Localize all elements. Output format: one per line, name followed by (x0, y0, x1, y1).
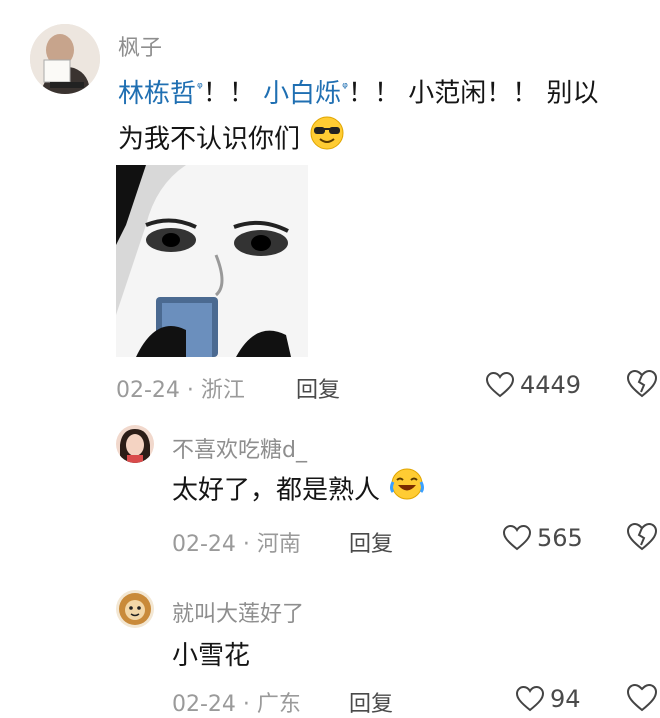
like-button[interactable]: 94 (516, 684, 581, 714)
username[interactable]: 不喜欢吃糖d_ (172, 432, 307, 464)
laugh-cry-emoji-icon (388, 468, 426, 514)
avatar[interactable] (30, 24, 100, 94)
dislike-button[interactable] (626, 369, 658, 402)
reply-button[interactable]: 回复 (349, 526, 393, 558)
timestamp-location: 02-24 · 浙江 (116, 378, 245, 403)
like-button[interactable]: 565 (503, 523, 583, 553)
text-segment: 小范闲！！ 别以 (408, 78, 599, 109)
username[interactable]: 就叫大莲好了 (172, 596, 304, 628)
timestamp-location: 02-24 · 河南 (172, 532, 301, 557)
reply-button[interactable]: 回复 (296, 372, 340, 404)
mention-link[interactable]: 小白烁ᵠ (263, 79, 348, 109)
text-segment: 为我不认识你们 (118, 124, 301, 155)
broken-heart-icon (626, 369, 658, 398)
heart-icon (516, 686, 544, 712)
comment-line-1: 林栋哲ᵠ！！ 小白烁ᵠ！！ 小范闲！！ 别以 (118, 66, 658, 116)
broken-heart-icon (626, 683, 658, 712)
text-segment: ！！ (347, 78, 400, 109)
like-count: 565 (537, 524, 583, 552)
broken-heart-icon (626, 522, 658, 551)
comment-text: 小雪花 (172, 641, 251, 671)
mention-text[interactable]: 林栋哲 (118, 79, 196, 109)
timestamp-location: 02-24 · 广东 (172, 692, 301, 717)
avatar[interactable] (116, 425, 154, 463)
text-segment: ！！ (202, 78, 255, 109)
sunglasses-emoji-icon (308, 116, 346, 164)
comment-text: 林栋哲ᵠ！！ 小白烁ᵠ！！ 小范闲！！ 别以 为我不认识你们 (118, 66, 658, 164)
heart-icon (503, 525, 531, 551)
mention-text[interactable]: 小白烁 (263, 79, 341, 109)
text-segment: 太好了，都是熟人 (172, 475, 381, 506)
reply-button[interactable]: 回复 (349, 686, 393, 718)
like-count: 4449 (520, 371, 582, 399)
username[interactable]: 枫子 (118, 30, 162, 62)
dislike-button[interactable] (626, 683, 658, 716)
mention-link[interactable]: 林栋哲ᵠ (118, 79, 203, 109)
comment-line-2: 为我不认识你们 (118, 116, 658, 164)
like-count: 94 (550, 685, 581, 713)
avatar[interactable] (116, 590, 154, 628)
dislike-button[interactable] (626, 522, 658, 555)
like-button[interactable]: 4449 (486, 370, 581, 400)
heart-icon (486, 372, 514, 398)
comment-text: 太好了，都是熟人 (172, 468, 426, 514)
sticker-image[interactable] (116, 165, 308, 357)
